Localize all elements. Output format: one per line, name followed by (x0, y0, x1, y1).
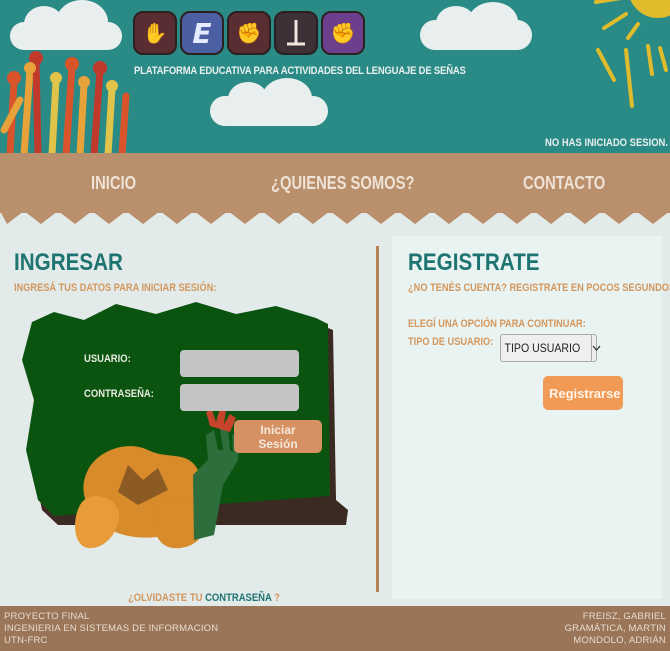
nav-item-contacto[interactable]: CONTACTO (523, 173, 605, 194)
choose-option-text: ELEGÍ UNA OPCIÓN PARA CONTINUAR: (408, 318, 586, 330)
user-type-select[interactable]: TIPO USUARIO (500, 334, 601, 362)
forgot-suffix: ? (274, 592, 280, 604)
password-input[interactable] (180, 384, 299, 411)
site-footer: PROYECTO FINAL INGENIERIA EN SISTEMAS DE… (0, 606, 670, 651)
fist-sign-icon: ✊ (321, 11, 365, 55)
login-button[interactable]: Iniciar Sesión (234, 420, 322, 453)
forgot-password-text: ¿OLVIDASTE TU CONTRASEÑA ? (128, 592, 280, 604)
password-label: CONTRASEÑA: (84, 388, 154, 400)
nav-zigzag-border (0, 211, 670, 224)
raised-hands-icon (0, 51, 130, 153)
footer-left-line: UTN-FRC (4, 635, 48, 646)
register-button[interactable]: Registrarse (543, 376, 623, 410)
letter-e-icon: E (180, 11, 224, 55)
footer-right-line: GRAMÁTICA, MARTIN (564, 623, 666, 634)
letter-t-icon (274, 11, 318, 55)
hand-sign-icon: ✋ (133, 11, 177, 55)
sun-rays-icon (596, 44, 668, 108)
register-subtitle: ¿NO TENÉS CUENTA? REGISTRATE EN POCOS SE… (408, 282, 670, 294)
login-subtitle: INGRESÁ TUS DATOS PARA INICIAR SESIÓN: (14, 282, 217, 294)
cloud-decoration (210, 78, 328, 126)
footer-left-line: INGENIERIA EN SISTEMAS DE INFORMACION (4, 623, 219, 634)
user-type-selected: TIPO USUARIO (504, 341, 581, 355)
user-type-label: TIPO DE USUARIO: (408, 336, 494, 348)
site-header: ✋ E ✊ ✊ PLATAFORMA EDUCATIVA PARA ACTIVI… (0, 0, 670, 153)
forgot-prefix: ¿OLVIDASTE TU (128, 592, 203, 604)
footer-right-line: FREISZ, GABRIEL (582, 611, 666, 622)
footer-right-line: MONDOLO, ADRIÁN (573, 635, 666, 646)
username-label: USUARIO: (84, 353, 131, 365)
section-divider (376, 246, 379, 592)
nav-item-quienes-somos[interactable]: ¿QUIENES SOMOS? (271, 173, 415, 194)
sun-icon (594, 0, 670, 40)
nav-item-inicio[interactable]: INICIO (91, 173, 136, 194)
session-status: NO HAS INICIADO SESION. (544, 137, 668, 149)
username-input[interactable] (180, 350, 299, 377)
footer-left-line: PROYECTO FINAL (4, 611, 90, 622)
chevron-down-icon[interactable] (591, 335, 601, 361)
cloud-decoration (420, 2, 532, 50)
main-nav: INICIO ¿QUIENES SOMOS? CONTACTO (0, 153, 670, 213)
login-title: INGRESAR (14, 249, 123, 276)
forgot-password-link[interactable]: CONTRASEÑA (205, 592, 271, 604)
site-tagline: PLATAFORMA EDUCATIVA PARA ACTIVIDADES DE… (134, 65, 466, 77)
site-logo[interactable]: ✋ E ✊ ✊ (133, 11, 365, 55)
fist-sign-icon: ✊ (227, 11, 271, 55)
register-title: REGISTRATE (408, 249, 540, 276)
